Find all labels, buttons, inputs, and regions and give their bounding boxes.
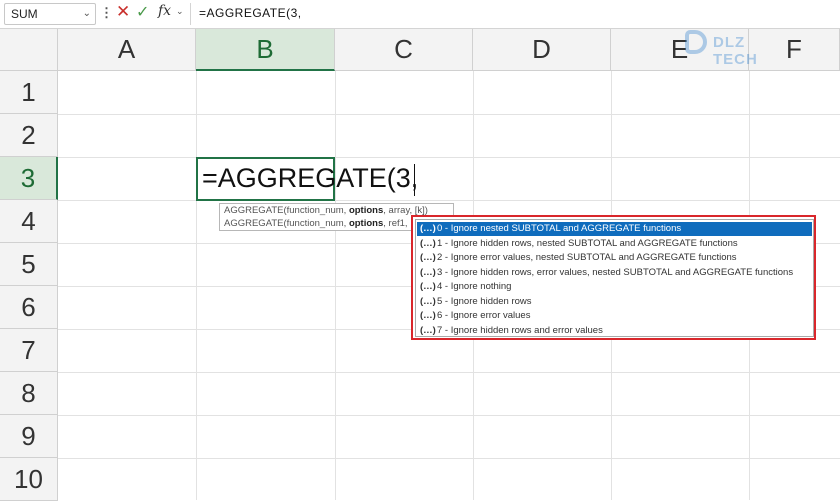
option-icon: (…) — [420, 281, 436, 292]
option-label: 1 - Ignore hidden rows, nested SUBTOTAL … — [437, 237, 738, 249]
option-item-5[interactable]: (…)5 - Ignore hidden rows — [417, 295, 812, 309]
text-cursor — [414, 164, 415, 196]
row-header-1[interactable]: 1 — [0, 71, 58, 114]
row-header-10[interactable]: 10 — [0, 458, 58, 501]
tooltip-text[interactable]: AGGREGATE(function_num, — [224, 218, 349, 229]
row-header-5[interactable]: 5 — [0, 243, 58, 286]
row-header-8[interactable]: 8 — [0, 372, 58, 415]
cell-b3-content[interactable]: =AGGREGATE(3, — [202, 163, 418, 194]
option-item-4[interactable]: (…)4 - Ignore nothing — [417, 280, 812, 294]
more-options-icon[interactable]: ⋮ — [100, 5, 113, 21]
option-label: 2 - Ignore error values, nested SUBTOTAL… — [437, 252, 737, 263]
option-label: 4 - Ignore nothing — [437, 281, 512, 292]
option-label: 0 - Ignore nested SUBTOTAL and AGGREGATE… — [437, 223, 682, 234]
watermark-text: DLZ TECH — [713, 34, 758, 68]
chevron-down-icon[interactable]: ⌄ — [176, 6, 184, 17]
option-icon: (…) — [420, 310, 436, 321]
enter-icon[interactable]: ✓ — [136, 2, 149, 22]
options-list: (…)0 - Ignore nested SUBTOTAL and AGGREG… — [415, 219, 814, 337]
logo-icon — [685, 30, 707, 54]
insert-function-icon[interactable]: fx — [158, 3, 171, 19]
option-icon: (…) — [420, 295, 436, 307]
options-dropdown: (…)0 - Ignore nested SUBTOTAL and AGGREG… — [411, 215, 816, 340]
formula-input[interactable]: =AGGREGATE(3, — [199, 6, 302, 20]
grid-line — [58, 114, 840, 115]
row-header-3[interactable]: 3 — [0, 157, 58, 200]
column-header-d[interactable]: D — [473, 29, 611, 71]
row-header-2[interactable]: 2 — [0, 114, 58, 157]
row-header-7[interactable]: 7 — [0, 329, 58, 372]
column-header-a[interactable]: A — [58, 29, 196, 71]
grid-line — [58, 157, 840, 158]
option-item-6[interactable]: (…)6 - Ignore error values — [417, 309, 812, 323]
option-icon: (…) — [420, 223, 436, 234]
option-label: 3 - Ignore hidden rows, error values, ne… — [437, 266, 794, 278]
option-item-2[interactable]: (…)2 - Ignore error values, nested SUBTO… — [417, 251, 812, 265]
column-header-b[interactable]: B — [196, 29, 335, 71]
watermark-logo: DLZ TECH — [683, 26, 795, 68]
grid-line — [58, 458, 840, 459]
tooltip-current-arg: options — [348, 205, 384, 216]
option-item-7[interactable]: (…)7 - Ignore hidden rows and error valu… — [417, 324, 812, 338]
tooltip-current-arg: options — [348, 218, 384, 229]
grid-line — [58, 415, 840, 416]
option-icon: (…) — [420, 252, 436, 263]
formula-bar: SUM ⌄ ⋮ ✕ ✓ fx ⌄ =AGGREGATE(3, — [0, 0, 840, 29]
name-box-value: SUM — [11, 7, 38, 21]
option-icon: (…) — [420, 324, 436, 336]
row-header-9[interactable]: 9 — [0, 415, 58, 458]
chevron-down-icon[interactable]: ⌄ — [83, 8, 91, 19]
option-label: 6 - Ignore error values — [437, 310, 531, 321]
tooltip-text[interactable]: AGGREGATE(function_num, — [224, 205, 349, 216]
option-item-3[interactable]: (…)3 - Ignore hidden rows, error values,… — [417, 266, 812, 280]
option-item-1[interactable]: (…)1 - Ignore hidden rows, nested SUBTOT… — [417, 237, 812, 251]
name-box[interactable]: SUM ⌄ — [4, 3, 96, 25]
grid-line — [58, 372, 840, 373]
option-label: 5 - Ignore hidden rows — [437, 295, 532, 307]
grid-line — [58, 200, 840, 201]
column-header-c[interactable]: C — [335, 29, 473, 71]
option-icon: (…) — [420, 266, 436, 278]
row-header-6[interactable]: 6 — [0, 286, 58, 329]
row-header-4[interactable]: 4 — [0, 200, 58, 243]
cancel-icon[interactable]: ✕ — [116, 2, 130, 22]
option-icon: (…) — [420, 237, 436, 249]
select-all-corner[interactable] — [0, 29, 58, 71]
option-label: 7 - Ignore hidden rows and error values — [437, 324, 603, 336]
divider — [190, 3, 191, 25]
option-item-0[interactable]: (…)0 - Ignore nested SUBTOTAL and AGGREG… — [417, 222, 812, 236]
